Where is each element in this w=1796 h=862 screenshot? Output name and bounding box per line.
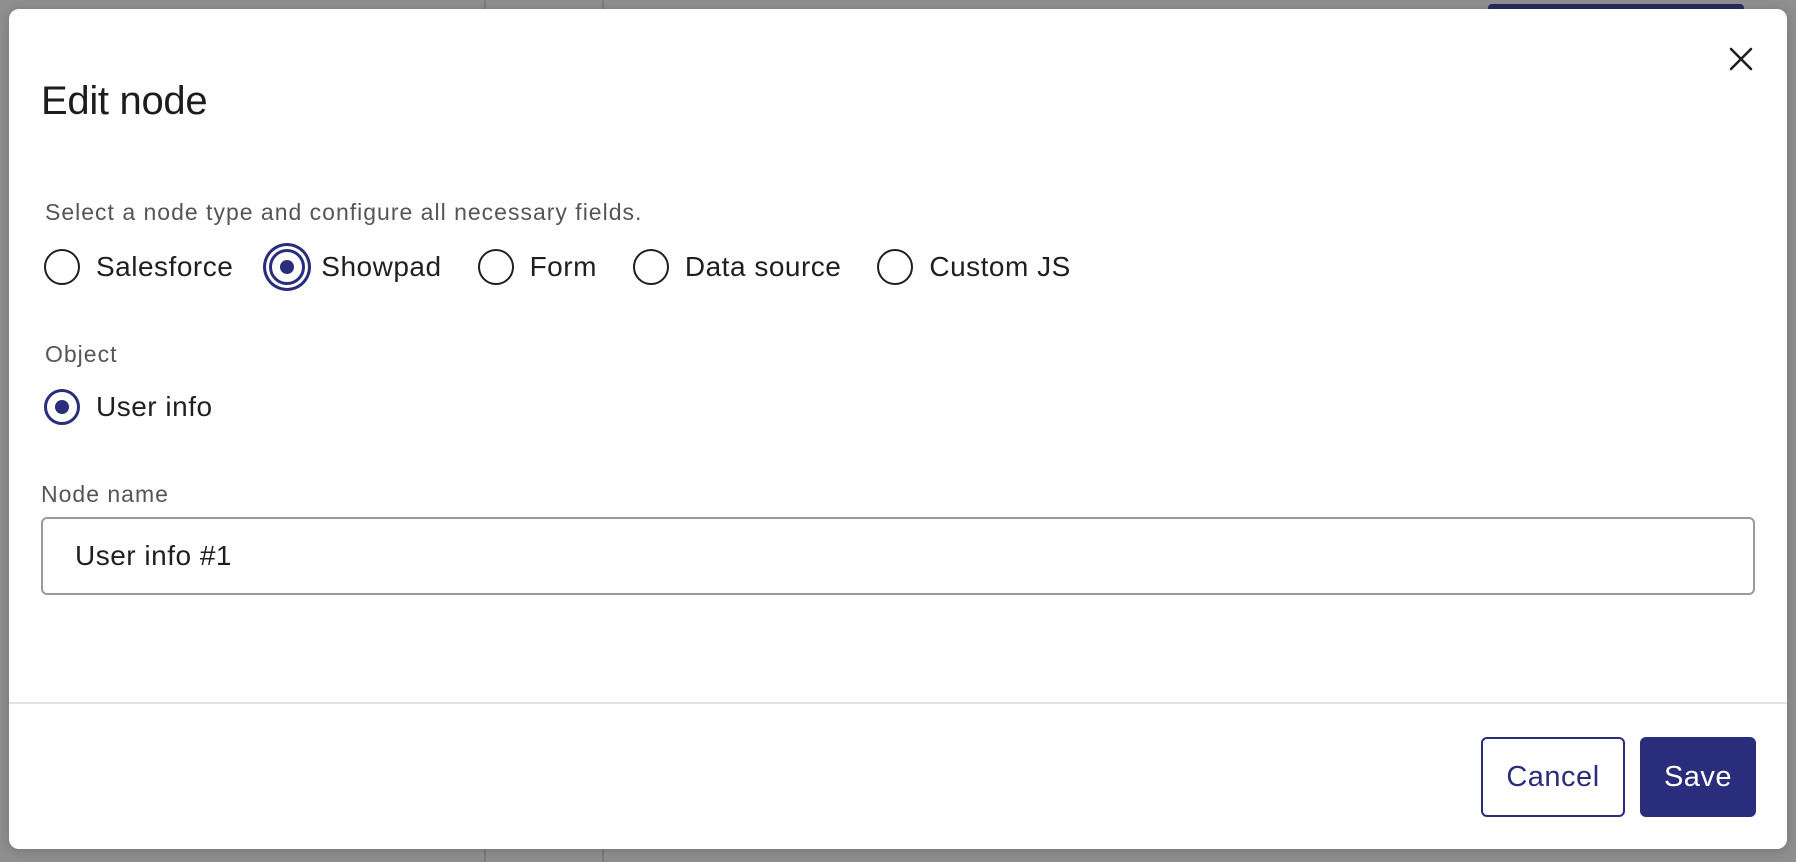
radio-label: User info bbox=[96, 391, 213, 422]
radio-button[interactable] bbox=[877, 249, 914, 285]
radio-option-form[interactable]: Form bbox=[477, 241, 597, 293]
radio-label: Form bbox=[529, 251, 597, 282]
radio-button-selected[interactable] bbox=[269, 249, 306, 285]
node-name-input[interactable] bbox=[41, 517, 1755, 595]
radio-button[interactable] bbox=[632, 249, 669, 285]
object-radio-group: User info bbox=[44, 381, 249, 433]
radio-option-custom-js[interactable]: Custom JS bbox=[877, 241, 1070, 293]
node-type-radio-group: Salesforce Showpad Form Data source Cust… bbox=[44, 241, 1107, 293]
save-button[interactable]: Save bbox=[1640, 737, 1756, 817]
dialog-title: Edit node bbox=[41, 79, 208, 123]
radio-option-salesforce[interactable]: Salesforce bbox=[44, 241, 233, 293]
cancel-button[interactable]: Cancel bbox=[1481, 737, 1625, 817]
radio-label: Custom JS bbox=[929, 251, 1071, 282]
footer-divider bbox=[9, 702, 1787, 704]
radio-label: Salesforce bbox=[96, 251, 234, 282]
node-name-label: Node name bbox=[41, 481, 169, 507]
edit-node-dialog: Edit node Select a node type and configu… bbox=[9, 9, 1787, 849]
radio-option-showpad[interactable]: Showpad bbox=[269, 241, 441, 293]
radio-option-data-source[interactable]: Data source bbox=[632, 241, 842, 293]
dialog-description: Select a node type and configure all nec… bbox=[45, 199, 643, 225]
radio-label: Data source bbox=[684, 251, 842, 282]
object-section-label: Object bbox=[45, 341, 118, 367]
radio-option-user-info[interactable]: User info bbox=[44, 381, 213, 433]
radio-label: Showpad bbox=[321, 251, 442, 282]
radio-button[interactable] bbox=[44, 249, 80, 285]
close-icon bbox=[1729, 47, 1753, 71]
radio-button[interactable] bbox=[477, 249, 514, 285]
radio-button-selected[interactable] bbox=[44, 389, 80, 425]
close-button[interactable] bbox=[1721, 39, 1761, 79]
